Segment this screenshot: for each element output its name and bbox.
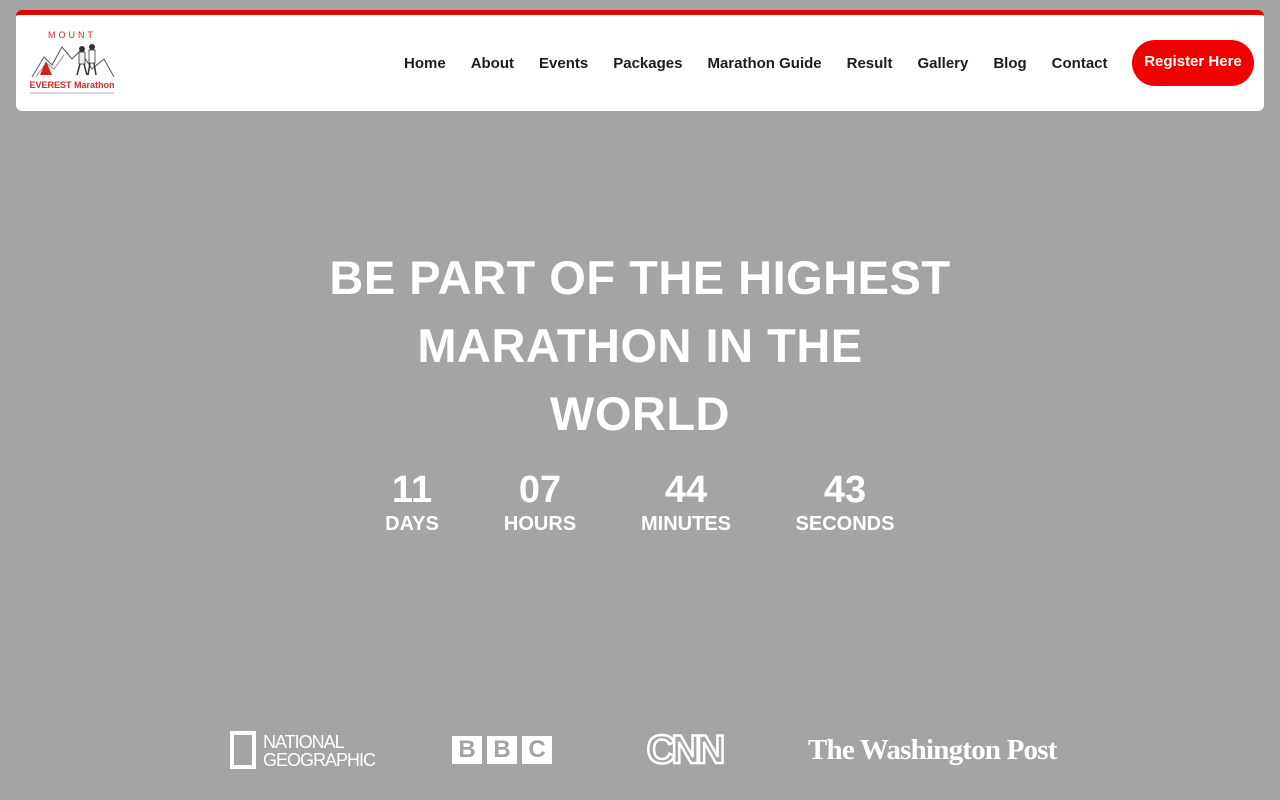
countdown-minutes-label: MINUTES [641,513,731,535]
nav-packages[interactable]: Packages [613,55,682,72]
nav-marathon-guide[interactable]: Marathon Guide [707,55,821,72]
logo-main-text: EVEREST Marathon [29,80,114,90]
bbc-logo: B B C [452,736,554,764]
register-button[interactable]: Register Here [1132,40,1254,86]
main-nav: Home About Events Packages Marathon Guid… [404,15,1133,111]
countdown-minutes-value: 44 [664,469,708,511]
natgeo-line-1: NATIONAL [263,732,345,752]
nav-gallery[interactable]: Gallery [917,55,968,72]
countdown-seconds-value: 43 [823,469,867,511]
natgeo-frame-icon [230,731,256,769]
nav-blog[interactable]: Blog [993,55,1026,72]
hero-title-line-3: WORLD [549,387,730,440]
countdown-days-label: DAYS [385,513,439,535]
countdown-seconds: 43 SECONDS [785,468,905,536]
bbc-letter-3: C [522,736,552,764]
nav-home[interactable]: Home [404,55,446,72]
hero-title-line-2: MARATHON IN THE [417,319,863,372]
countdown-hours-label: HOURS [503,513,577,535]
hero-title: BE PART OF THE HIGHEST MARATHON IN THE W… [290,244,990,448]
countdown-days-value: 11 [391,469,433,511]
everest-marathon-logo-icon: MOUNT EVEREST Marathon [29,30,115,94]
site-logo[interactable]: MOUNT EVEREST Marathon [26,29,118,99]
countdown-timer: 11 DAYS 07 HOURS 44 MINUTES 43 SECONDS [0,468,1280,548]
countdown-minutes: 44 MINUTES [631,468,741,536]
logo-top-text: MOUNT [48,30,96,40]
national-geographic-logo: NATIONAL GEOGRAPHIC [229,730,376,772]
countdown-seconds-label: SECONDS [795,513,895,535]
cnn-logo-icon: CNN [645,727,728,774]
nav-result[interactable]: Result [847,55,893,72]
bbc-letter-1: B [452,736,482,764]
natgeo-text: NATIONAL GEOGRAPHIC [263,732,376,770]
countdown-hours-value: 07 [518,469,562,511]
bbc-letter-2: B [487,736,517,764]
cnn-logo: CNN [638,727,730,774]
svg-text:CNN: CNN [647,730,724,770]
countdown-hours: 07 HOURS [495,468,585,536]
site-header: MOUNT EVEREST Marathon Home About Events… [16,10,1264,111]
partner-logos: NATIONAL GEOGRAPHIC B B C CNN The Washin… [0,727,1280,778]
countdown-days: 11 DAYS [372,468,452,536]
hero-title-line-1: BE PART OF THE HIGHEST [329,251,951,304]
washington-post-logo: The Washington Post [808,734,1057,766]
nav-about[interactable]: About [471,55,514,72]
natgeo-line-2: GEOGRAPHIC [263,750,376,770]
nav-events[interactable]: Events [539,55,588,72]
nav-contact[interactable]: Contact [1052,55,1108,72]
